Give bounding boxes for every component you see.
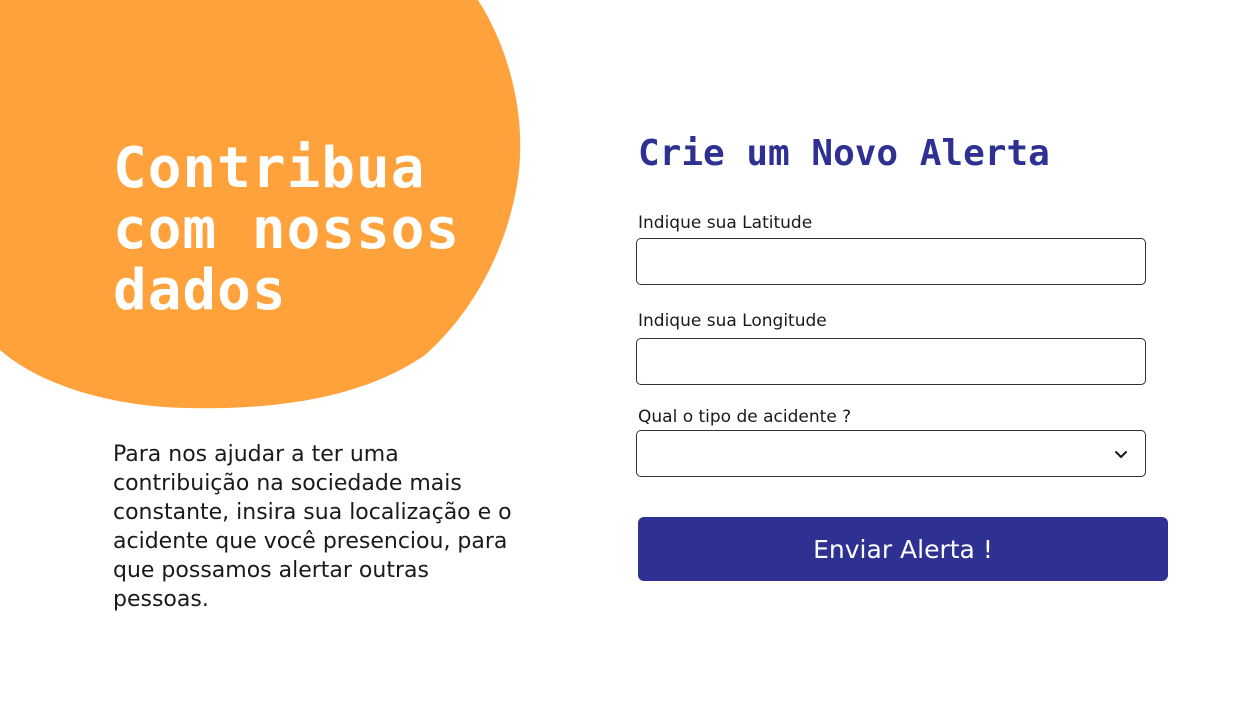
- description-line: acidente que você presenciou, para: [113, 529, 508, 554]
- description-line: constante, insira sua localização e o: [113, 500, 512, 525]
- hero-title-line: com nossos: [113, 197, 461, 262]
- longitude-input[interactable]: [636, 338, 1146, 385]
- description-line: pessoas.: [113, 587, 209, 612]
- accident-type-label: Qual o tipo de acidente ?: [638, 407, 852, 427]
- longitude-label: Indique sua Longitude: [638, 311, 827, 331]
- description-line: contribuição na sociedade mais: [113, 471, 462, 496]
- latitude-label: Indique sua Latitude: [638, 213, 813, 233]
- accident-type-select[interactable]: [636, 430, 1146, 477]
- hero-title: Contribua com nossos dados: [113, 138, 533, 321]
- latitude-input[interactable]: [636, 238, 1146, 285]
- chevron-down-icon: [1115, 451, 1127, 458]
- form-title: Crie um Novo Alerta: [638, 133, 1050, 174]
- send-alert-button[interactable]: Enviar Alerta !: [638, 517, 1168, 581]
- description-line: Para nos ajudar a ter uma: [113, 442, 399, 467]
- hero-title-line: Contribua: [113, 136, 426, 201]
- hero-description: Para nos ajudar a ter uma contribuição n…: [113, 440, 553, 614]
- description-line: que possamos alertar outras: [113, 558, 429, 583]
- hero-title-line: dados: [113, 258, 287, 323]
